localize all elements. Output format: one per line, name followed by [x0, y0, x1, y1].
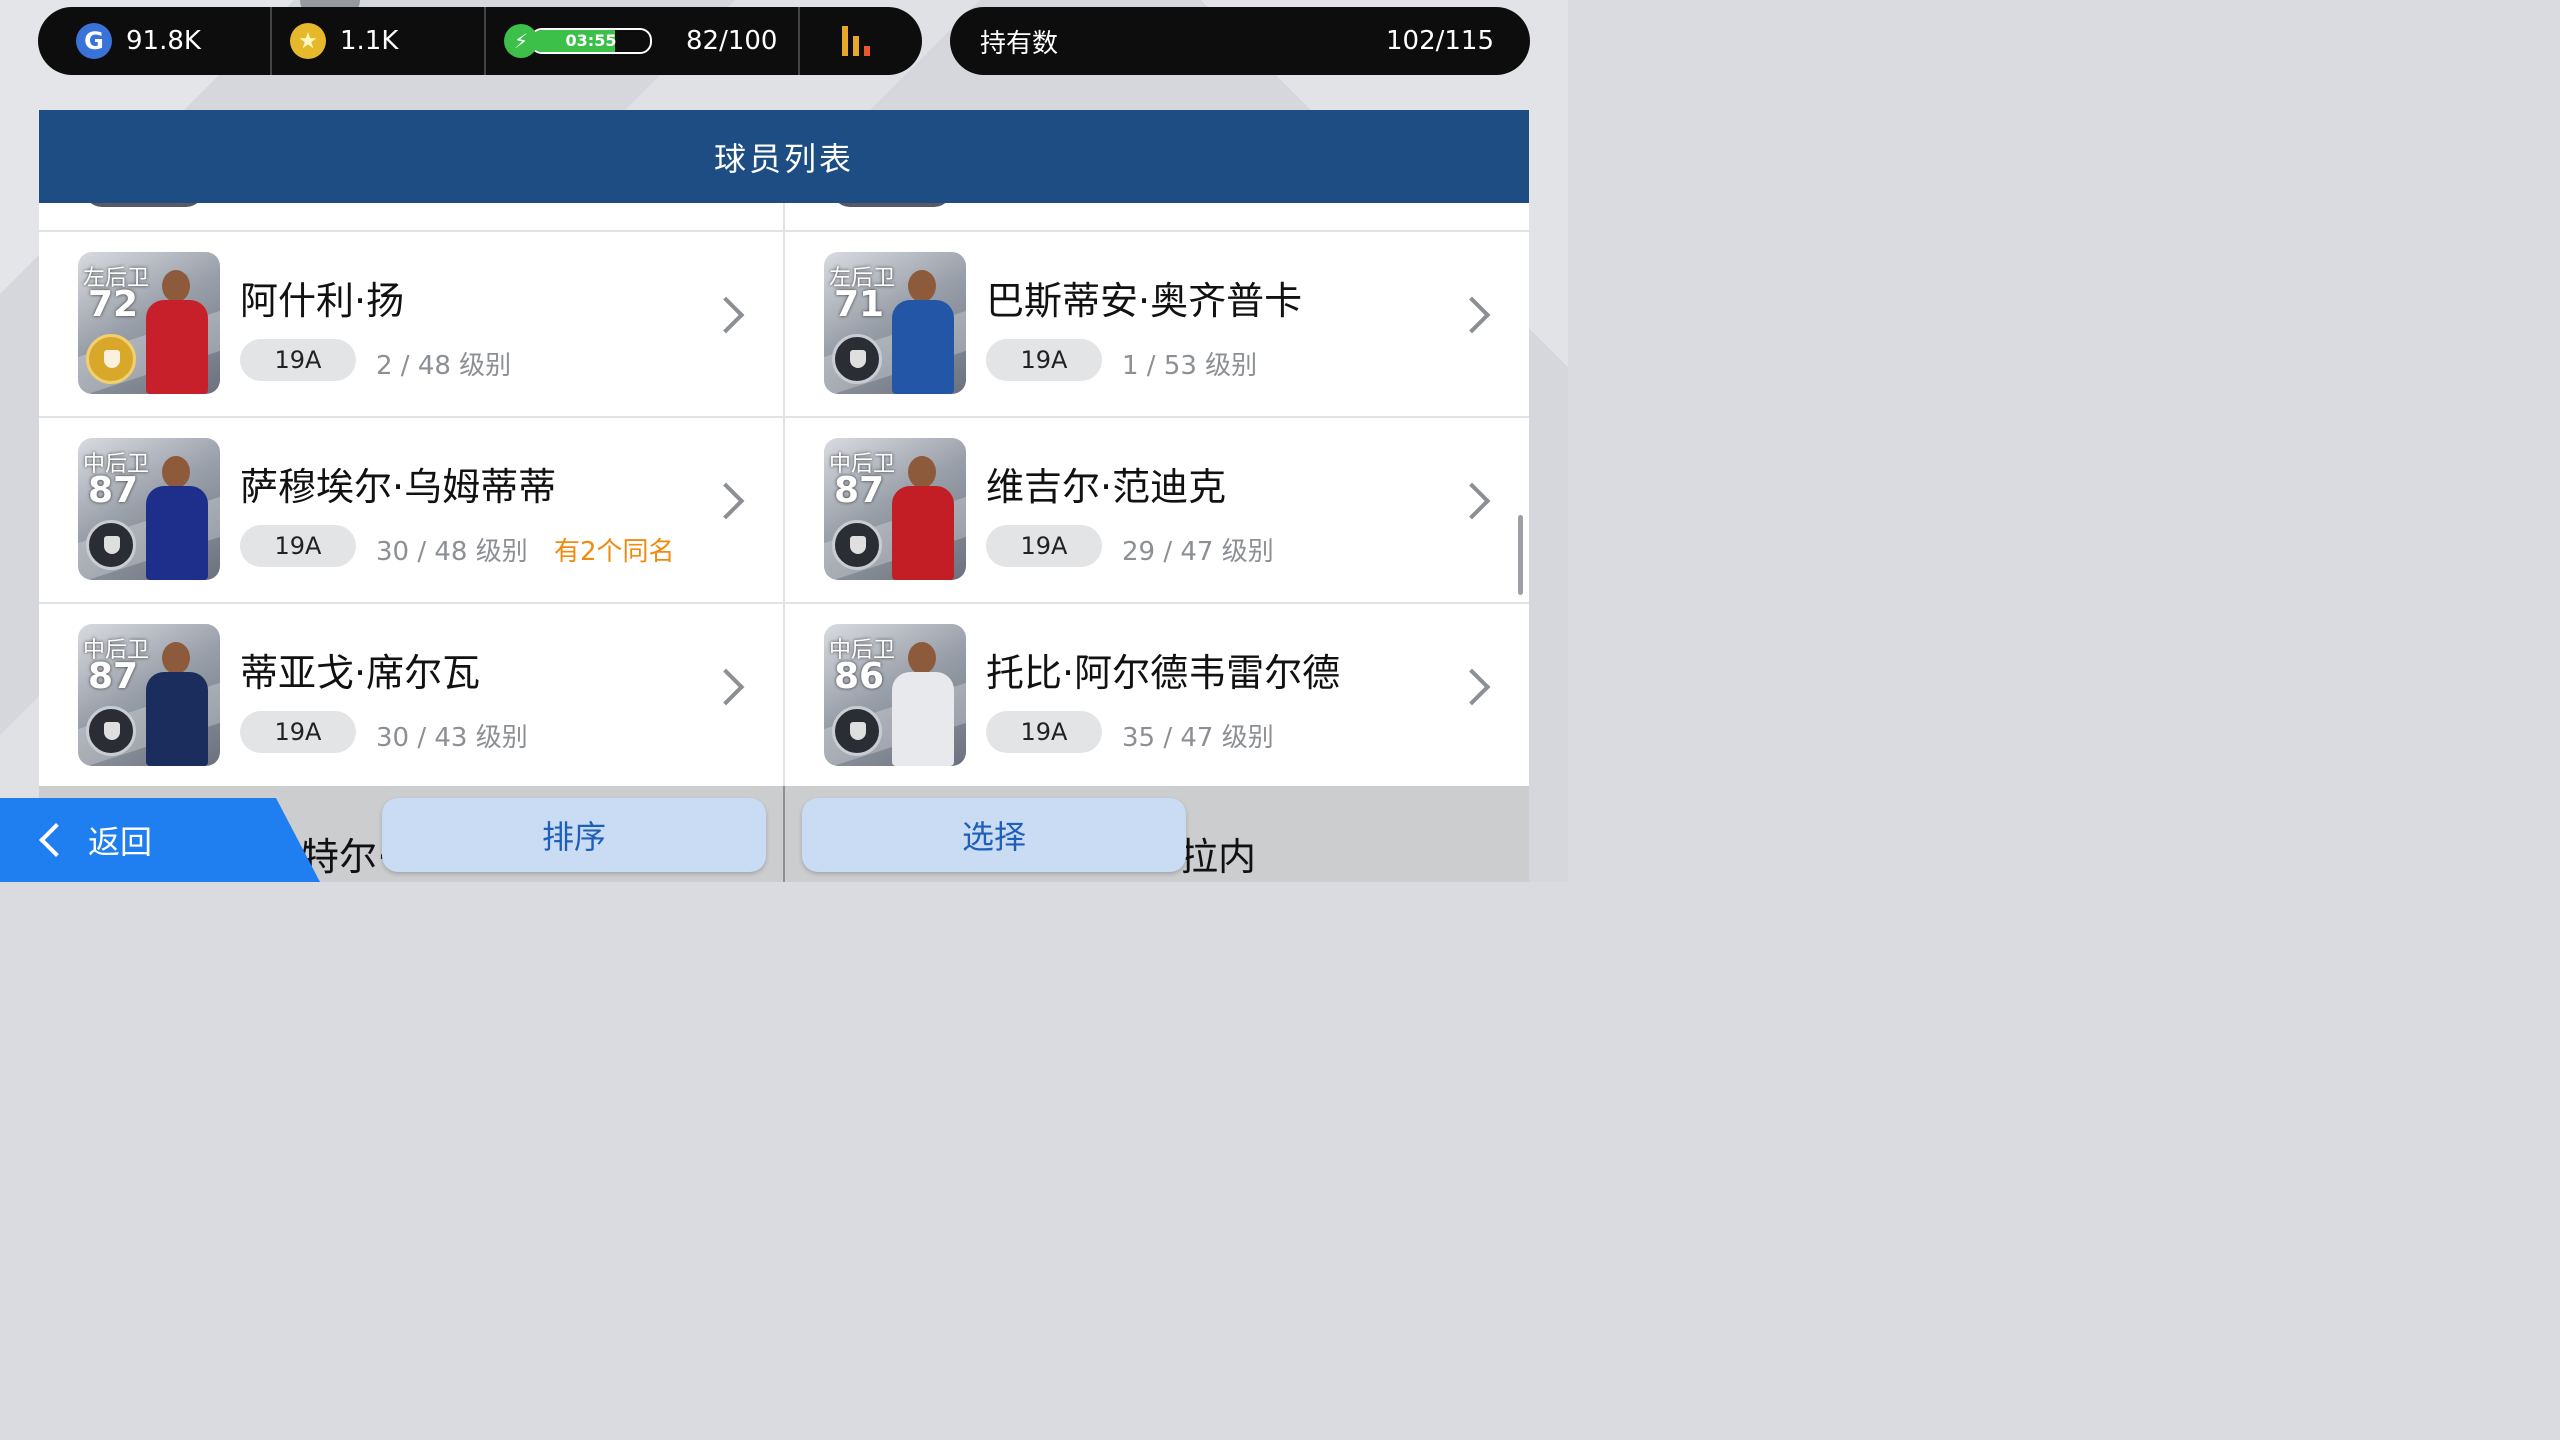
player-rating: 87 [88, 656, 139, 697]
gp-value: 91.8K [126, 26, 201, 56]
player-name: 萨穆埃尔·乌姆蒂蒂 [240, 465, 557, 509]
club-badge-icon [832, 334, 882, 384]
scrollbar[interactable] [1518, 515, 1523, 595]
player-rating: 87 [88, 470, 139, 511]
version-tag: 19A [240, 339, 356, 381]
player-card[interactable]: 中后卫 87 萨穆埃尔·乌姆蒂蒂 19A 30 / 48 级别 有2个同名 [39, 418, 783, 602]
chevron-right-icon [1453, 296, 1491, 334]
player-portrait: 中后卫 86 [824, 624, 966, 766]
player-card[interactable]: 中后卫 86 托比·阿尔德韦雷尔德 19A 35 / 47 级别 [785, 604, 1529, 788]
player-portrait: 左后卫 71 [824, 252, 966, 394]
signal-icon [842, 26, 870, 56]
player-name: 维吉尔·范迪克 [986, 465, 1227, 509]
duplicate-note: 有2个同名 [554, 537, 675, 567]
table-row: 中后卫 87 蒂亚戈·席尔瓦 19A 30 / 43 级别 中后卫 86 托比·阿尔德韦雷尔德… [39, 604, 1529, 790]
select-button[interactable]: 选择 [802, 798, 1186, 872]
player-level: 1 / 53 级别 [1122, 351, 1258, 381]
club-badge-icon [832, 520, 882, 570]
version-tag: 19A [986, 711, 1102, 753]
player-level: 29 / 47 级别 [1122, 537, 1274, 567]
player-portrait: 中后卫 87 [78, 438, 220, 580]
currency-bar: G 91.8K ★ 1.1K ⚡ 03:55 82/100 [38, 7, 922, 75]
coin-section: ★ 1.1K [272, 7, 486, 75]
gp-icon: G [76, 23, 112, 59]
player-level: 2 / 48 级别 [376, 351, 512, 381]
chevron-right-icon [1453, 668, 1491, 706]
table-row: 中后卫 87 萨穆埃尔·乌姆蒂蒂 19A 30 / 48 级别 有2个同名 中后卫 87 维吉尔… [39, 418, 1529, 604]
player-rating: 87 [834, 470, 885, 511]
table-row: 左后卫 72 阿什利·扬 19A 2 / 48 级别 左后卫 71 巴斯蒂安·奥齐普卡 19A 1… [39, 232, 1529, 418]
player-portrait: 中后卫 87 [824, 438, 966, 580]
club-badge-icon [86, 334, 136, 384]
chevron-right-icon [1453, 482, 1491, 520]
owned-label: 持有数 [980, 28, 1059, 59]
version-tag: 19A [240, 711, 356, 753]
energy-count: 82/100 [686, 26, 778, 56]
energy-meter: ⚡ 03:55 [504, 24, 652, 58]
version-tag: 19A [986, 525, 1102, 567]
coin-icon: ★ [290, 23, 326, 59]
chevron-right-icon [707, 668, 745, 706]
player-card[interactable]: 左后卫 71 巴斯蒂安·奥齐普卡 19A 1 / 53 级别 [785, 232, 1529, 416]
signal-section [800, 7, 922, 75]
player-level: 30 / 48 级别 [376, 537, 528, 567]
player-portrait: 左后卫 72 [78, 252, 220, 394]
player-name: 巴斯蒂安·奥齐普卡 [986, 279, 1303, 323]
player-rating: 72 [88, 284, 139, 325]
player-rating: 71 [834, 284, 885, 325]
player-list[interactable]: 左后卫 72 阿什利·扬 19A 2 / 48 级别 左后卫 71 巴斯蒂安·奥齐普卡 19A 1… [39, 203, 1529, 803]
club-badge-icon [86, 706, 136, 756]
player-rating: 86 [834, 656, 885, 697]
coin-value: 1.1K [340, 26, 399, 56]
sort-button[interactable]: 排序 [382, 798, 766, 872]
back-button[interactable]: 返回 [0, 798, 320, 882]
owned-value: 102/115 [1385, 26, 1494, 56]
chevron-left-icon [39, 823, 73, 857]
back-label: 返回 [88, 823, 153, 861]
player-portrait: 中后卫 87 [78, 624, 220, 766]
version-tag: 19A [240, 525, 356, 567]
version-tag: 19A [986, 339, 1102, 381]
owned-count-bar: 持有数 102/115 [950, 7, 1530, 75]
player-name: 阿什利·扬 [240, 279, 405, 323]
player-name: 蒂亚戈·席尔瓦 [240, 651, 481, 695]
club-badge-icon [86, 520, 136, 570]
player-level: 30 / 43 级别 [376, 723, 528, 753]
lightning-icon: ⚡ [504, 24, 538, 58]
player-card[interactable]: 中后卫 87 维吉尔·范迪克 19A 29 / 47 级别 [785, 418, 1529, 602]
player-card[interactable]: 左后卫 72 阿什利·扬 19A 2 / 48 级别 [39, 232, 783, 416]
gp-section: G 91.8K [38, 7, 272, 75]
chevron-right-icon [707, 296, 745, 334]
player-level: 35 / 47 级别 [1122, 723, 1274, 753]
partial-portrait [84, 203, 204, 207]
club-badge-icon [832, 706, 882, 756]
partial-name-right: 拉内 [1180, 835, 1257, 879]
chevron-right-icon [707, 482, 745, 520]
energy-bar: 03:55 [530, 28, 652, 54]
energy-timer: 03:55 [565, 31, 617, 50]
partial-portrait [832, 203, 952, 207]
player-name: 托比·阿尔德韦雷尔德 [986, 651, 1341, 695]
player-card[interactable]: 中后卫 87 蒂亚戈·席尔瓦 19A 30 / 43 级别 [39, 604, 783, 788]
page-title: 球员列表 [39, 110, 1529, 203]
energy-section: ⚡ 03:55 82/100 [486, 7, 800, 75]
